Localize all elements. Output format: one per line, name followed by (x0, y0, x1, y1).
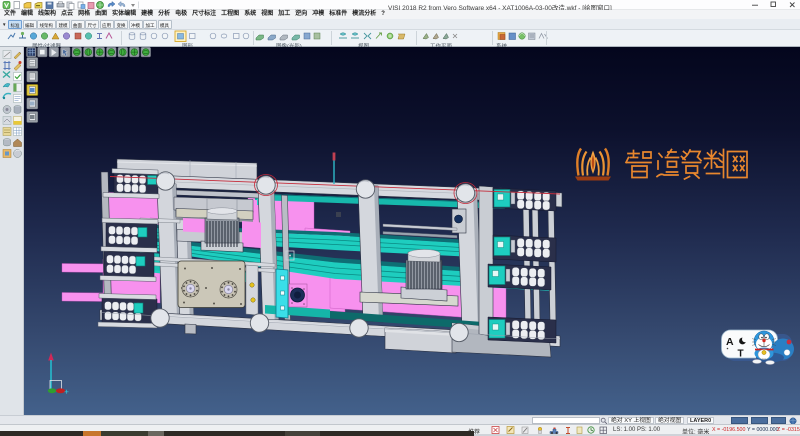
svg-text:A: A (726, 336, 734, 348)
svg-text:T: T (738, 349, 744, 360)
